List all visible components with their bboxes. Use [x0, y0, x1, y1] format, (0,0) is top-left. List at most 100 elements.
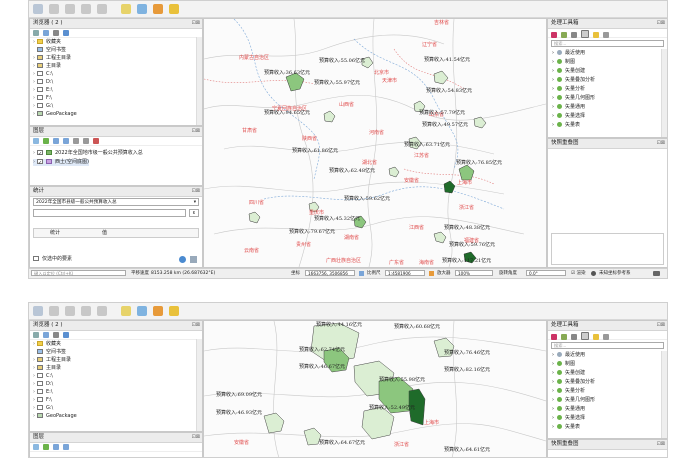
layout-icon[interactable] — [81, 4, 91, 14]
browser-item[interactable]: › 收藏夹 — [33, 341, 61, 348]
style-icon[interactable] — [33, 444, 39, 450]
add-group-icon[interactable] — [43, 444, 49, 450]
toolbox-item[interactable]: › 制图 — [552, 361, 575, 368]
remove-layer-icon[interactable] — [93, 138, 99, 144]
map-canvas[interactable]: 吉林省 内蒙古自治区 辽宁省 北京市 天津市 山西省 宁夏回族自治区 山东省 河… — [203, 18, 547, 268]
panel-close-icon[interactable]: ⊡⊠ — [192, 127, 200, 136]
browser-item[interactable]: › 工程主目录 — [33, 55, 71, 62]
add-layer-icon[interactable] — [153, 306, 163, 316]
panel-close-icon[interactable]: ⊡⊠ — [657, 139, 665, 148]
layer-select[interactable]: 2022年全国市县级一般公共预算收入总 ▾ — [33, 198, 199, 206]
toolbox-item[interactable]: › 矢量叠加分析 — [552, 379, 595, 386]
browser-item[interactable]: › 工程主目录 — [33, 357, 71, 364]
render-checkbox[interactable]: ☑ 渲染 — [571, 269, 585, 278]
label-icon[interactable] — [169, 306, 179, 316]
toolbox-item[interactable]: › 矢量选择 — [552, 415, 585, 422]
toolbox-scrollbar[interactable] — [661, 351, 667, 438]
browser-item[interactable]: › C:\ — [33, 373, 53, 380]
browser-item[interactable]: › 收藏夹 — [33, 39, 61, 46]
filter-icon[interactable] — [63, 138, 69, 144]
toolbox-item[interactable]: › 矢量分析 — [552, 388, 585, 395]
browser-item[interactable]: › E:\ — [33, 389, 53, 396]
options-icon[interactable] — [593, 334, 599, 340]
model-icon[interactable] — [551, 334, 557, 340]
identify-icon[interactable] — [97, 4, 107, 14]
history-icon[interactable] — [571, 32, 577, 38]
messages-icon[interactable] — [653, 271, 660, 276]
magnifier-spinbox[interactable]: 100% — [455, 270, 493, 276]
collapse-icon[interactable] — [53, 30, 59, 36]
layer-item[interactable]: › ✓ 2022年全国地市级一般公共预算收入总 — [33, 150, 143, 157]
visibility-icon[interactable] — [53, 138, 59, 144]
lock-icon[interactable] — [429, 271, 434, 276]
save-icon[interactable] — [65, 306, 75, 316]
add-group-icon[interactable] — [43, 138, 49, 144]
toolbox-item[interactable]: › 矢量表 — [552, 122, 580, 129]
collapse-icon[interactable] — [83, 138, 89, 144]
select-icon[interactable] — [121, 306, 131, 316]
identify-icon[interactable] — [97, 306, 107, 316]
toolbox-item[interactable]: › 最近使用 — [552, 352, 585, 359]
zoom-icon[interactable] — [137, 306, 147, 316]
python-icon[interactable] — [561, 334, 567, 340]
panel-close-icon[interactable]: ⊡⊠ — [192, 187, 200, 196]
browser-item[interactable]: › GeoPackage — [33, 111, 77, 118]
open-icon[interactable] — [49, 306, 59, 316]
panel-close-icon[interactable]: ⊡⊠ — [192, 433, 200, 442]
scale-select[interactable]: 1:4581906 — [385, 270, 425, 276]
toolbox-item[interactable]: › 制图 — [552, 59, 575, 66]
browser-item[interactable]: › E:\ — [33, 87, 53, 94]
toolbox-item[interactable]: › 矢量表 — [552, 424, 580, 431]
toolbox-search-input[interactable]: 搜索... — [551, 342, 664, 349]
browser-item[interactable]: 空间书签 — [33, 47, 66, 54]
crs-icon[interactable] — [591, 271, 596, 276]
new-project-icon[interactable] — [33, 306, 43, 316]
coordinate-toggle-icon[interactable] — [359, 271, 364, 276]
browser-item[interactable]: › 主目录 — [33, 365, 61, 372]
browser-scrollbar[interactable] — [196, 339, 202, 431]
results-icon[interactable] — [581, 30, 589, 38]
toolbox-item[interactable]: › 矢量创建 — [552, 370, 585, 377]
crs-label[interactable]: 未知坐标参考系 — [599, 269, 631, 278]
info-icon[interactable] — [63, 332, 69, 338]
visibility-icon[interactable] — [53, 444, 59, 450]
browser-item[interactable]: › F:\ — [33, 95, 52, 102]
save-icon[interactable] — [65, 4, 75, 14]
browser-item[interactable]: › G:\ — [33, 103, 53, 110]
info-icon[interactable] — [63, 30, 69, 36]
options-icon[interactable] — [593, 32, 599, 38]
select-icon[interactable] — [121, 4, 131, 14]
label-icon[interactable] — [169, 4, 179, 14]
browser-item[interactable]: › D:\ — [33, 79, 53, 86]
rotation-spinbox[interactable]: 0.0° — [526, 270, 566, 276]
browser-item[interactable]: › F:\ — [33, 397, 52, 404]
browser-item[interactable]: 空间书签 — [33, 349, 66, 356]
panel-close-icon[interactable]: ⊡⊠ — [657, 321, 665, 330]
panel-close-icon[interactable]: ⊡⊠ — [657, 19, 665, 28]
browser-item[interactable]: › 主目录 — [33, 63, 61, 70]
layout-icon[interactable] — [81, 306, 91, 316]
field-select[interactable] — [33, 209, 186, 217]
toolbox-item[interactable]: › 矢量创建 — [552, 68, 585, 75]
python-icon[interactable] — [561, 32, 567, 38]
checkbox-icon[interactable]: ✓ — [37, 150, 43, 157]
filter-icon[interactable] — [63, 444, 69, 450]
filter-icon[interactable] — [43, 332, 49, 338]
map-canvas[interactable]: 上海市 浙江省 安徽省 预算收入:44.16亿元 预算收入:60.68亿元 预算… — [203, 320, 547, 457]
toolbox-search-input[interactable]: 搜索... — [551, 40, 664, 47]
refresh-icon[interactable] — [33, 332, 39, 338]
browser-item[interactable]: › G:\ — [33, 405, 53, 412]
settings-icon[interactable] — [603, 32, 609, 38]
collapse-icon[interactable] — [53, 332, 59, 338]
layer-item[interactable]: › ✓ 西土(空间底图) — [33, 159, 89, 166]
locator-search-input[interactable]: 键入以定位 (Ctrl+K) — [31, 270, 126, 276]
panel-close-icon[interactable]: ⊡⊠ — [192, 19, 200, 28]
toolbox-item[interactable]: › 矢量通用 — [552, 406, 585, 413]
refresh-icon[interactable] — [33, 30, 39, 36]
toolbox-item[interactable]: › 矢量选择 — [552, 113, 585, 120]
copy-icon[interactable] — [190, 256, 197, 263]
refresh-icon[interactable] — [179, 256, 186, 263]
browser-item[interactable]: › C:\ — [33, 71, 53, 78]
history-icon[interactable] — [571, 334, 577, 340]
toolbox-item[interactable]: › 矢量几何图形 — [552, 397, 595, 404]
